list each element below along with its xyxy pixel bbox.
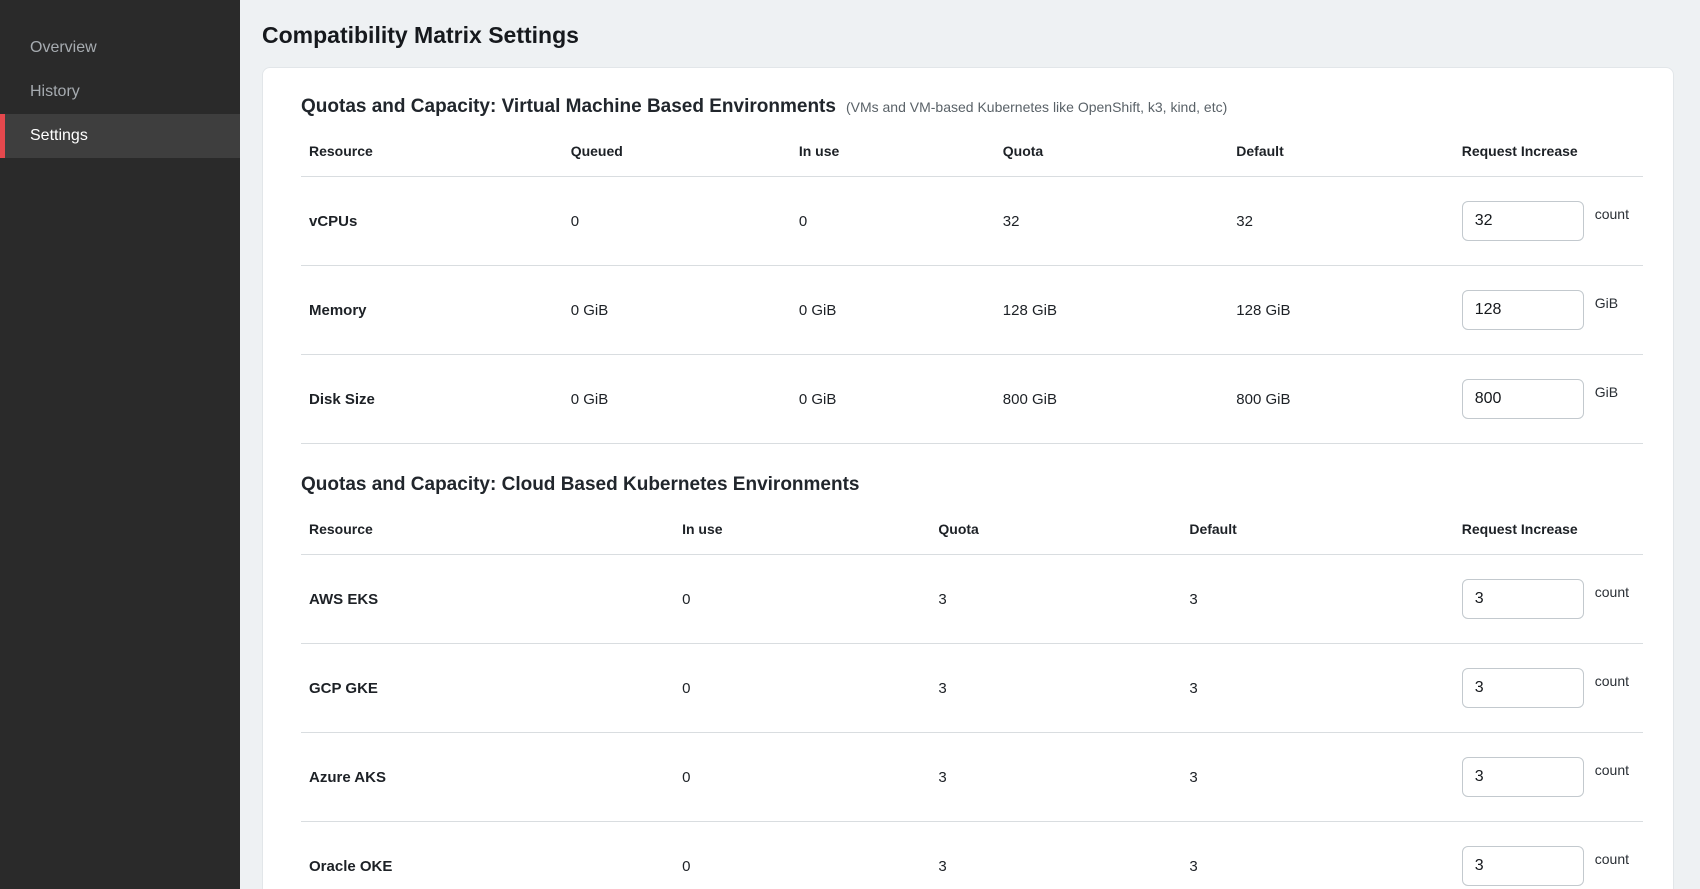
- vm-section-header: Quotas and Capacity: Virtual Machine Bas…: [301, 96, 1643, 118]
- in-use-value: 0: [791, 177, 995, 266]
- vcpus-increase-input[interactable]: [1462, 201, 1584, 241]
- column-header-in-use: In use: [791, 126, 995, 177]
- cloud-section-title: Quotas and Capacity: Cloud Based Kuberne…: [301, 474, 860, 496]
- resource-name: Memory: [301, 266, 563, 355]
- cloud-quotas-section: Quotas and Capacity: Cloud Based Kuberne…: [301, 474, 1643, 889]
- in-use-value: 0: [674, 555, 930, 644]
- request-increase-cell: count: [1462, 668, 1635, 708]
- request-increase-cell: count: [1462, 846, 1635, 886]
- sidebar-item-history[interactable]: History: [0, 70, 240, 114]
- in-use-value: 0: [674, 644, 930, 733]
- table-row: GCP GKE 0 3 3 count: [301, 644, 1643, 733]
- queued-value: 0: [563, 177, 791, 266]
- default-value: 3: [1181, 555, 1453, 644]
- column-header-quota: Quota: [930, 504, 1181, 555]
- quota-value: 3: [930, 555, 1181, 644]
- column-header-quota: Quota: [995, 126, 1229, 177]
- quotas-card: Quotas and Capacity: Virtual Machine Bas…: [262, 67, 1674, 889]
- disk-size-increase-input[interactable]: [1462, 379, 1584, 419]
- table-row: Azure AKS 0 3 3 count: [301, 733, 1643, 822]
- resource-name: Disk Size: [301, 355, 563, 444]
- page-title: Compatibility Matrix Settings: [262, 22, 1674, 49]
- quota-value: 3: [930, 822, 1181, 889]
- column-header-default: Default: [1181, 504, 1453, 555]
- vm-section-title: Quotas and Capacity: Virtual Machine Bas…: [301, 96, 836, 118]
- in-use-value: 0 GiB: [791, 355, 995, 444]
- in-use-value: 0: [674, 822, 930, 889]
- resource-name: Oracle OKE: [301, 822, 674, 889]
- default-value: 3: [1181, 644, 1453, 733]
- request-increase-cell: count: [1462, 579, 1635, 619]
- quota-value: 3: [930, 644, 1181, 733]
- vm-quotas-section: Quotas and Capacity: Virtual Machine Bas…: [301, 96, 1643, 444]
- resource-name: vCPUs: [301, 177, 563, 266]
- quota-value: 800 GiB: [995, 355, 1229, 444]
- azure-aks-increase-input[interactable]: [1462, 757, 1584, 797]
- queued-value: 0 GiB: [563, 355, 791, 444]
- cloud-section-header: Quotas and Capacity: Cloud Based Kuberne…: [301, 474, 1643, 496]
- default-value: 3: [1181, 822, 1453, 889]
- unit-label: count: [1595, 206, 1629, 222]
- sidebar: Overview History Settings: [0, 0, 240, 889]
- quota-value: 3: [930, 733, 1181, 822]
- oracle-oke-increase-input[interactable]: [1462, 846, 1584, 886]
- table-row: Memory 0 GiB 0 GiB 128 GiB 128 GiB GiB: [301, 266, 1643, 355]
- unit-label: count: [1595, 584, 1629, 600]
- quota-value: 32: [995, 177, 1229, 266]
- unit-label: GiB: [1595, 295, 1618, 311]
- in-use-value: 0: [674, 733, 930, 822]
- unit-label: count: [1595, 851, 1629, 867]
- unit-label: GiB: [1595, 384, 1618, 400]
- table-row: Oracle OKE 0 3 3 count: [301, 822, 1643, 889]
- column-header-request-increase: Request Increase: [1454, 504, 1643, 555]
- column-header-queued: Queued: [563, 126, 791, 177]
- resource-name: GCP GKE: [301, 644, 674, 733]
- queued-value: 0 GiB: [563, 266, 791, 355]
- resource-name: Azure AKS: [301, 733, 674, 822]
- column-header-in-use: In use: [674, 504, 930, 555]
- column-header-request-increase: Request Increase: [1454, 126, 1643, 177]
- request-increase-cell: count: [1462, 201, 1635, 241]
- aws-eks-increase-input[interactable]: [1462, 579, 1584, 619]
- request-increase-cell: count: [1462, 757, 1635, 797]
- column-header-resource: Resource: [301, 504, 674, 555]
- table-row: vCPUs 0 0 32 32 count: [301, 177, 1643, 266]
- in-use-value: 0 GiB: [791, 266, 995, 355]
- table-row: AWS EKS 0 3 3 count: [301, 555, 1643, 644]
- column-header-resource: Resource: [301, 126, 563, 177]
- cloud-table-header-row: Resource In use Quota Default Request In…: [301, 504, 1643, 555]
- default-value: 32: [1228, 177, 1453, 266]
- request-increase-cell: GiB: [1462, 290, 1635, 330]
- memory-increase-input[interactable]: [1462, 290, 1584, 330]
- default-value: 3: [1181, 733, 1453, 822]
- default-value: 128 GiB: [1228, 266, 1453, 355]
- main-content: Compatibility Matrix Settings Quotas and…: [240, 0, 1700, 889]
- request-increase-cell: GiB: [1462, 379, 1635, 419]
- sidebar-item-settings[interactable]: Settings: [0, 114, 240, 158]
- vm-section-subtitle: (VMs and VM-based Kubernetes like OpenSh…: [846, 99, 1227, 115]
- gcp-gke-increase-input[interactable]: [1462, 668, 1584, 708]
- vm-table-header-row: Resource Queued In use Quota Default Req…: [301, 126, 1643, 177]
- table-row: Disk Size 0 GiB 0 GiB 800 GiB 800 GiB Gi…: [301, 355, 1643, 444]
- cloud-quota-table: Resource In use Quota Default Request In…: [301, 504, 1643, 889]
- default-value: 800 GiB: [1228, 355, 1453, 444]
- resource-name: AWS EKS: [301, 555, 674, 644]
- unit-label: count: [1595, 762, 1629, 778]
- unit-label: count: [1595, 673, 1629, 689]
- column-header-default: Default: [1228, 126, 1453, 177]
- sidebar-item-overview[interactable]: Overview: [0, 26, 240, 70]
- vm-quota-table: Resource Queued In use Quota Default Req…: [301, 126, 1643, 444]
- quota-value: 128 GiB: [995, 266, 1229, 355]
